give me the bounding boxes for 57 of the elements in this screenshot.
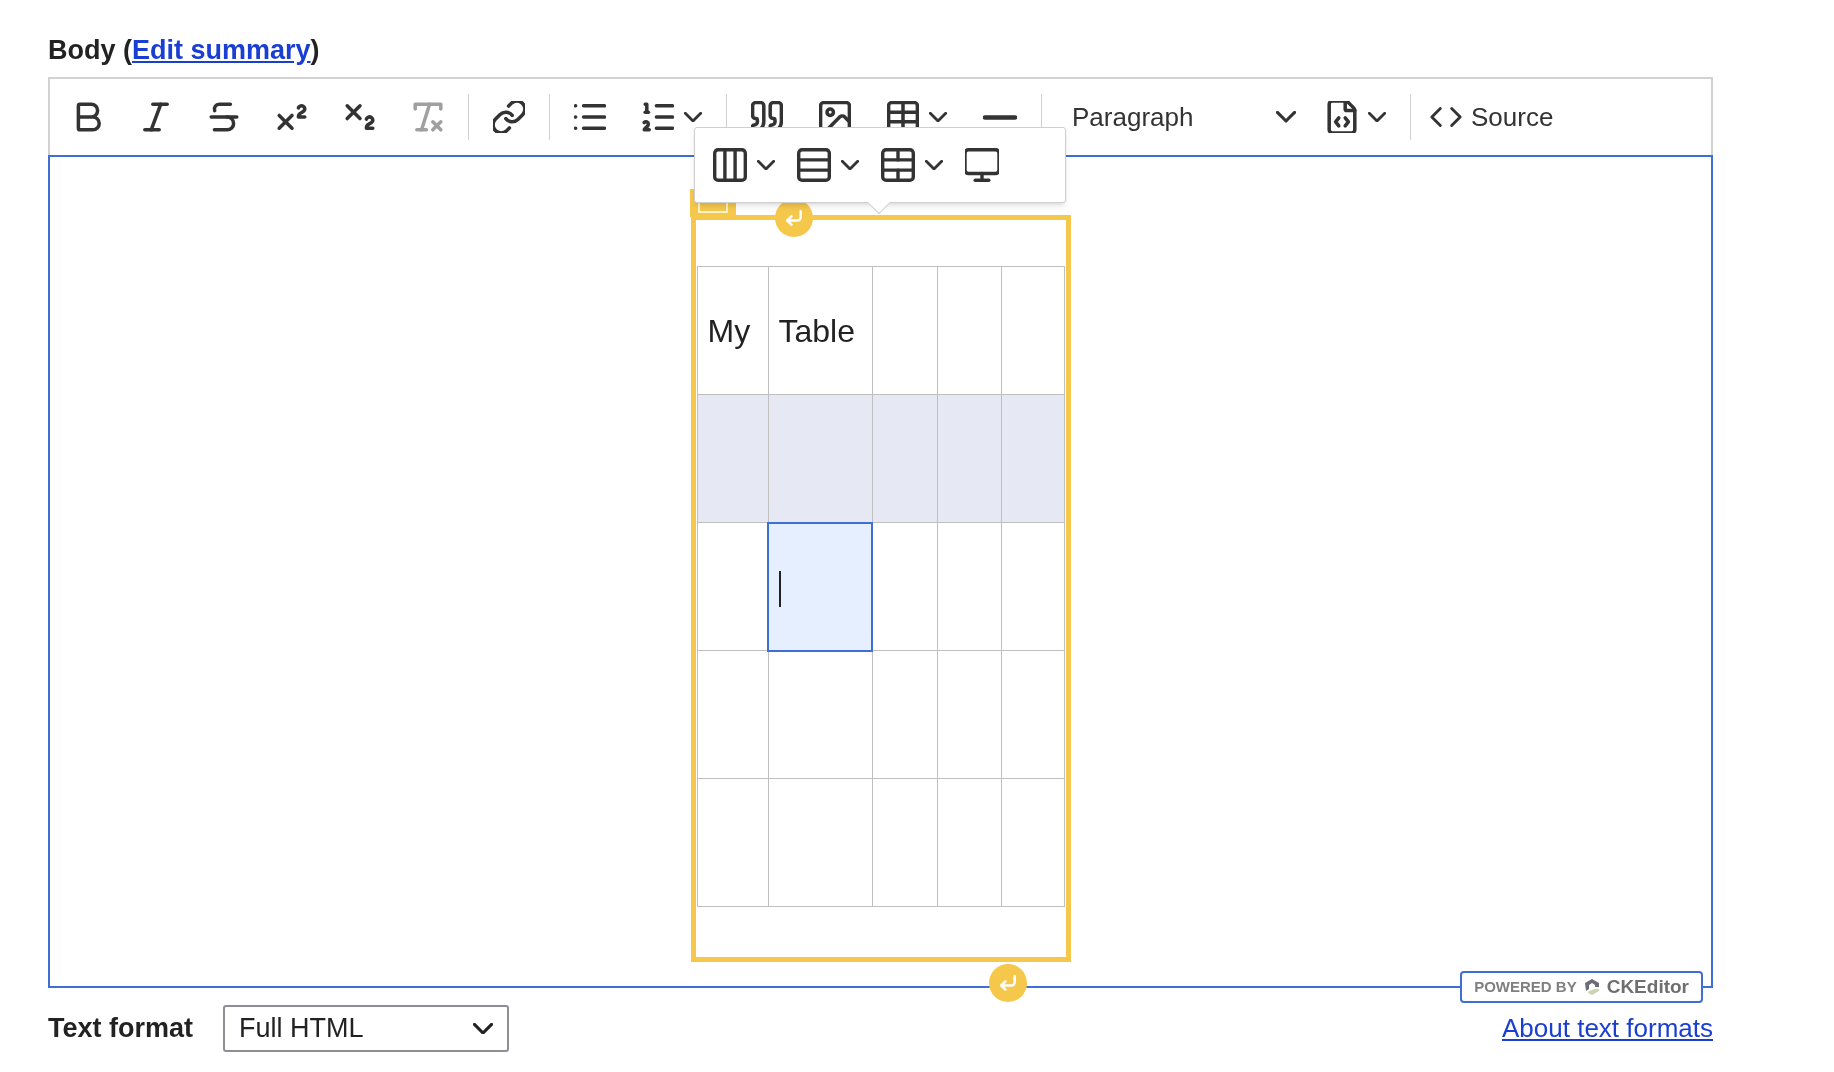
table-cell[interactable]: [1001, 266, 1064, 395]
table-cell[interactable]: [768, 650, 872, 779]
horizontal-line-icon: [983, 114, 1017, 120]
code-document-icon: [1326, 101, 1358, 133]
table-cell[interactable]: Table: [768, 266, 872, 395]
table-cell[interactable]: [1001, 522, 1064, 651]
table-cell[interactable]: [937, 650, 1001, 779]
source-button[interactable]: Source: [1417, 91, 1566, 143]
clear-format-icon: [412, 101, 444, 133]
table-cell[interactable]: [937, 778, 1001, 907]
return-arrow-icon: [783, 208, 804, 228]
table-cell[interactable]: [697, 778, 768, 907]
link-icon: [493, 101, 525, 133]
chevron-down-icon: [1276, 111, 1296, 123]
table-cell[interactable]: [1001, 778, 1064, 907]
text-format-label: Text format: [48, 1012, 194, 1046]
merge-cells-icon: [881, 148, 915, 182]
table-row-icon: [797, 148, 831, 182]
table-cell[interactable]: [872, 522, 937, 651]
monitor-icon: [965, 148, 999, 182]
table-cell[interactable]: My: [697, 266, 768, 395]
table-cell[interactable]: [937, 266, 1001, 395]
superscript-icon: [276, 101, 308, 133]
table-cell[interactable]: [872, 266, 937, 395]
powered-by-badge[interactable]: POWERED BY CKEditor: [1460, 971, 1703, 1003]
numbered-list-icon: [642, 101, 674, 133]
table-cell[interactable]: [937, 394, 1001, 523]
chevron-down-icon: [473, 1022, 494, 1035]
logo-icon: [1582, 978, 1601, 996]
table-cell[interactable]: [872, 394, 937, 523]
table-cell[interactable]: [872, 650, 937, 779]
table-cell[interactable]: [768, 522, 872, 651]
table-cell[interactable]: [768, 778, 872, 907]
text-format-select[interactable]: Full HTML: [223, 1005, 510, 1052]
table-cell[interactable]: [872, 778, 937, 907]
italic-icon: [140, 101, 172, 133]
insert-paragraph-after-handle[interactable]: [988, 964, 1027, 1002]
subscript-icon: [344, 101, 376, 133]
bulleted-list-icon: [574, 101, 606, 133]
powered-by-text: POWERED BY: [1474, 976, 1577, 997]
field-label-paren: ): [310, 33, 320, 67]
table-column-icon: [713, 148, 747, 182]
edit-summary-link[interactable]: Edit summary: [132, 29, 311, 71]
field-label: Body (: [48, 33, 132, 67]
return-arrow-icon: [997, 973, 1018, 993]
table-cell[interactable]: [1001, 394, 1064, 523]
strikethrough-icon: [208, 101, 240, 133]
about-text-formats-link[interactable]: About text formats: [1502, 1009, 1713, 1048]
table-cell[interactable]: [768, 394, 872, 523]
table-cell[interactable]: [937, 522, 1001, 651]
table-cell[interactable]: [697, 394, 768, 523]
brand-text: CKEditor: [1606, 974, 1689, 999]
text-cursor: [778, 571, 781, 608]
table-cell[interactable]: [1001, 650, 1064, 779]
table-cell[interactable]: [697, 650, 768, 779]
heading-dropdown[interactable]: Paragraph: [1048, 91, 1308, 143]
table-cell[interactable]: [697, 522, 768, 651]
